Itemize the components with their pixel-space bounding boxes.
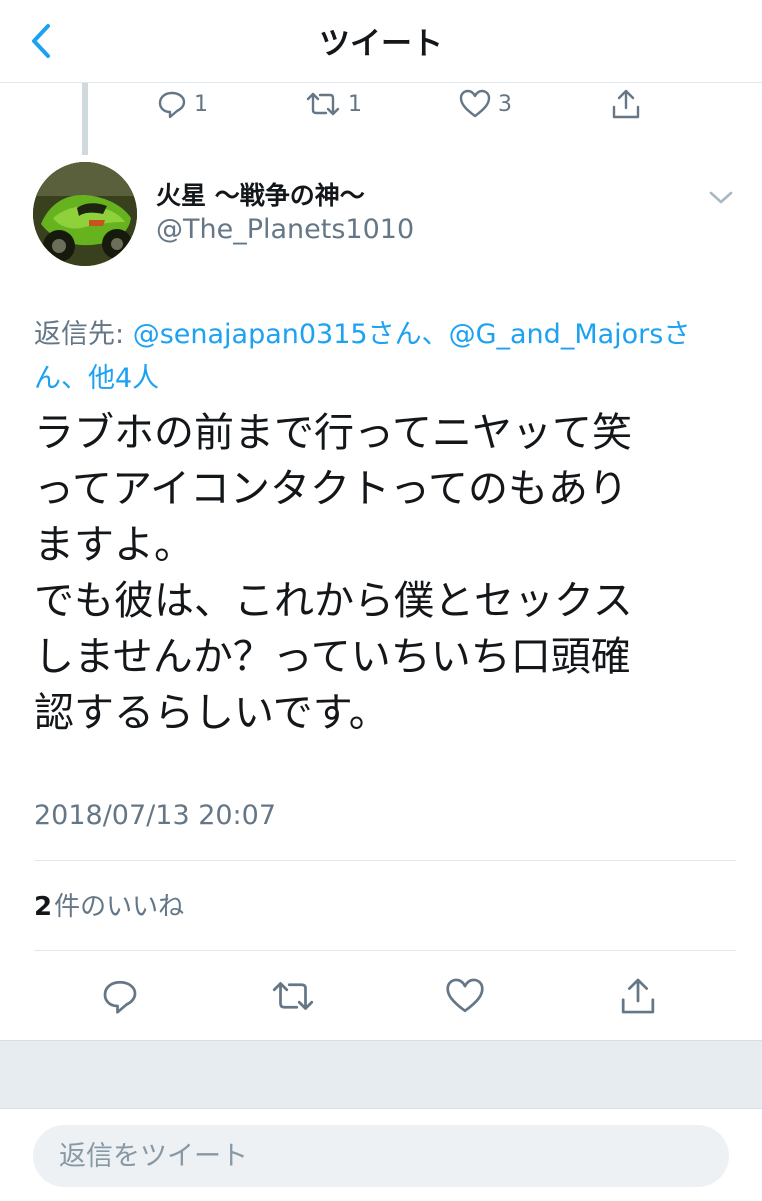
prev-retweet-button[interactable]: 1: [304, 84, 362, 124]
likes-label: 件のいいね: [54, 892, 185, 922]
reply-to-prefix: 返信先:: [34, 319, 133, 350]
likes-summary[interactable]: 2件のいいね: [34, 886, 184, 923]
chevron-down-icon: [709, 191, 733, 204]
share-button[interactable]: [608, 966, 668, 1026]
tweet-options-button[interactable]: [704, 184, 738, 212]
reply-input[interactable]: [33, 1125, 729, 1187]
prev-reply-button[interactable]: 1: [156, 84, 208, 124]
retweet-icon: [306, 92, 340, 116]
reply-to-line: 返信先: @senajapan0315さん、@G_and_Majorsさん、他4…: [34, 313, 734, 401]
top-bar: ツイート: [0, 0, 762, 83]
like-button[interactable]: [435, 966, 495, 1026]
mention-suffix-1[interactable]: さん、: [368, 319, 449, 350]
page-title: ツイート: [319, 26, 443, 62]
prev-share-button[interactable]: [610, 84, 642, 124]
reply-icon: [158, 91, 186, 119]
prev-like-count: 3: [498, 91, 512, 117]
tweet-text: ラブホの前まで行ってニヤッて笑 ってアイコンタクトってのもあり ますよ。 でも彼…: [34, 410, 633, 736]
separator-band: [0, 1040, 762, 1109]
retweet-button[interactable]: [263, 966, 323, 1026]
prev-like-button[interactable]: 3: [458, 84, 512, 124]
prev-reply-count: 1: [194, 91, 208, 117]
like-icon: [446, 978, 484, 1013]
reply-composer-bar: [0, 1108, 762, 1201]
tweet-actions: [0, 966, 762, 1026]
mention-others-link[interactable]: 他4人: [88, 363, 159, 394]
motorcycle-avatar-image: [33, 162, 137, 266]
mention-link-2[interactable]: @G_and_Majors: [449, 319, 664, 350]
user-handle[interactable]: @The_Planets1010: [156, 214, 414, 245]
divider: [34, 860, 736, 861]
previous-tweet-actions: 1 1 3: [0, 84, 762, 130]
reply-icon: [103, 980, 137, 1014]
avatar[interactable]: [33, 162, 137, 266]
reply-button[interactable]: [90, 966, 150, 1026]
retweet-icon: [272, 982, 314, 1010]
display-name[interactable]: 火星 〜戦争の神〜: [156, 176, 365, 212]
divider: [34, 950, 736, 951]
share-icon: [612, 89, 640, 119]
tweet-timestamp: 2018/07/13 20:07: [34, 800, 277, 831]
mention-link-1[interactable]: @senajapan0315: [133, 319, 368, 350]
likes-count: 2: [34, 892, 53, 922]
prev-retweet-count: 1: [348, 91, 362, 117]
share-icon: [621, 978, 655, 1014]
like-icon: [459, 89, 491, 118]
